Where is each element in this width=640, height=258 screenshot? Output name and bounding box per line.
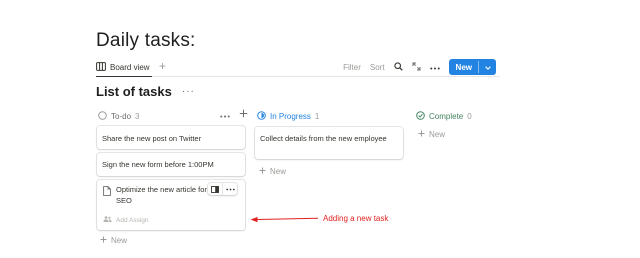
annotation-arrow [250,217,319,223]
annotation-label: Adding a new task [323,214,389,223]
